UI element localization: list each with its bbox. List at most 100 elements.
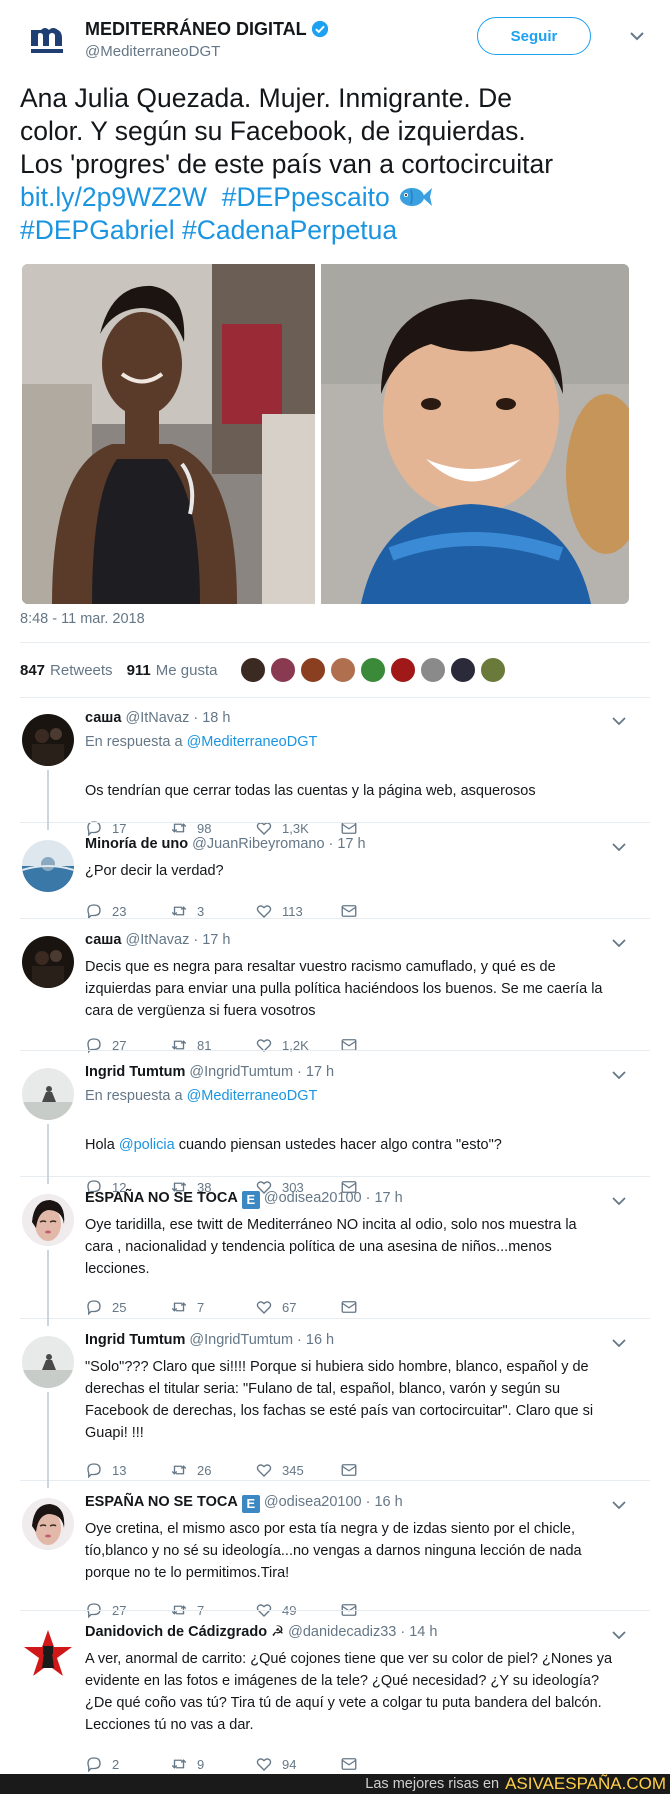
retweet-count: 7 xyxy=(197,1299,205,1315)
chevron-down-icon[interactable] xyxy=(612,1630,626,1640)
tweet-link[interactable]: bit.ly/2p9WZ2W xyxy=(20,182,207,212)
like-button[interactable]: 1,2K xyxy=(255,1036,340,1054)
reply-text: Oye taridilla, ese twitt de Mediterráneo… xyxy=(85,1214,625,1280)
chevron-down-icon[interactable] xyxy=(612,938,626,948)
tweet-timestamp[interactable]: 8:48 - 11 mar. 2018 xyxy=(20,611,145,627)
liker-avatar[interactable] xyxy=(390,657,416,683)
reply-author-handle[interactable]: @ItNavaz xyxy=(125,932,189,948)
reply-author-handle[interactable]: @IngridTumtum xyxy=(189,1332,293,1348)
like-button[interactable]: 345 xyxy=(255,1461,340,1479)
like-count: 113 xyxy=(282,903,303,919)
retweet-button[interactable]: 7 xyxy=(170,1298,255,1316)
reply-text: Os tendrían que cerrar todas las cuentas… xyxy=(85,780,625,802)
liker-avatar[interactable] xyxy=(420,657,446,683)
thread-connector xyxy=(47,1392,49,1488)
chevron-down-icon[interactable] xyxy=(629,28,645,44)
reply-button[interactable]: 13 xyxy=(85,1461,170,1479)
direct-message-button[interactable] xyxy=(340,1461,425,1479)
reply-button[interactable]: 25 xyxy=(85,1298,170,1316)
retweet-button[interactable]: 26 xyxy=(170,1461,255,1479)
reply-author-handle[interactable]: @IngridTumtum xyxy=(189,1064,293,1080)
avatar[interactable] xyxy=(22,936,74,988)
avatar[interactable] xyxy=(22,714,74,766)
reply-author-name[interactable]: Ingrid Tumtum xyxy=(85,1332,185,1348)
heart-icon xyxy=(256,1039,272,1052)
reply-author-handle[interactable]: @odisea20100 xyxy=(264,1494,362,1510)
tweet-photo-woman[interactable] xyxy=(22,264,315,604)
reply-author-name[interactable]: Danidovich de Cádizgrado xyxy=(85,1624,267,1640)
avatar[interactable] xyxy=(22,840,74,892)
reply-author-name[interactable]: саша xyxy=(85,932,121,948)
account-name[interactable]: MEDITERRÁNEO DIGITAL xyxy=(85,19,329,40)
hashtag-link[interactable]: #CadenaPerpetua xyxy=(182,215,397,245)
likers-avatars[interactable] xyxy=(240,655,510,685)
hashtag-link[interactable]: #DEPGabriel xyxy=(20,215,175,245)
chevron-down-icon[interactable] xyxy=(612,842,626,852)
likes-count[interactable]: 911 xyxy=(127,662,151,679)
liker-avatar[interactable] xyxy=(330,657,356,683)
reply-button[interactable]: 27 xyxy=(85,1036,170,1054)
reply-author-name[interactable]: ESPAÑA NO SE TOCA xyxy=(85,1494,238,1510)
tweet-photo-boy[interactable] xyxy=(321,264,629,604)
reply-time[interactable]: 14 h xyxy=(409,1624,437,1640)
thread-connector xyxy=(47,1124,49,1184)
reply-author-handle[interactable]: @danidecadiz33 xyxy=(288,1624,396,1640)
liker-avatar[interactable] xyxy=(480,657,506,683)
reply-time[interactable]: 17 h xyxy=(202,932,230,948)
avatar[interactable] xyxy=(22,1068,74,1120)
verified-badge-icon xyxy=(311,20,328,38)
in-reply-prefix: En respuesta a xyxy=(85,734,183,750)
reply-time[interactable]: 17 h xyxy=(306,1064,334,1080)
thread-connector xyxy=(47,1250,49,1326)
reply-button[interactable]: 2 xyxy=(85,1755,170,1773)
chevron-down-icon[interactable] xyxy=(612,1196,626,1206)
avatar[interactable] xyxy=(22,1336,74,1388)
liker-avatar[interactable] xyxy=(450,657,476,683)
like-button[interactable]: 67 xyxy=(255,1298,340,1316)
reply-time[interactable]: 16 h xyxy=(306,1332,334,1348)
divider xyxy=(20,697,650,698)
direct-message-button[interactable] xyxy=(340,1036,425,1054)
liker-avatar[interactable] xyxy=(270,657,296,683)
reply-text: Oye cretina, el mismo asco por esta tía … xyxy=(85,1518,625,1584)
reply-text-line: ¿De qué coño vas tú? Tira tú de aquí y v… xyxy=(85,1695,602,1711)
reply-time[interactable]: 18 h xyxy=(202,710,230,726)
reply-time[interactable]: 16 h xyxy=(374,1494,402,1510)
chevron-down-icon[interactable] xyxy=(612,1338,626,1348)
direct-message-button[interactable] xyxy=(340,1755,425,1773)
chevron-down-icon[interactable] xyxy=(612,716,626,726)
chevron-down-icon[interactable] xyxy=(612,1070,626,1080)
avatar[interactable] xyxy=(22,1498,74,1550)
hashtag-link[interactable]: #DEPpescaito xyxy=(222,182,390,212)
retweets-label[interactable]: Retweets xyxy=(50,662,113,679)
retweets-count[interactable]: 847 xyxy=(20,662,45,679)
liker-avatar[interactable] xyxy=(300,657,326,683)
mention-link[interactable]: @MediterraneoDGT xyxy=(187,1088,318,1104)
mention-link[interactable]: @MediterraneoDGT xyxy=(187,734,318,750)
reply-author-name[interactable]: ESPAÑA NO SE TOCA xyxy=(85,1190,238,1206)
reply-author-name[interactable]: саша xyxy=(85,710,121,726)
liker-avatar[interactable] xyxy=(240,657,266,683)
reply-actions: 25 7 67 xyxy=(85,1297,425,1317)
account-logo[interactable] xyxy=(28,16,68,56)
reply-time[interactable]: 17 h xyxy=(337,836,365,852)
reply-author-name[interactable]: Minoría de uno xyxy=(85,836,188,852)
avatar[interactable] xyxy=(22,1194,74,1246)
reply-author-handle[interactable]: @odisea20100 xyxy=(264,1190,362,1206)
chevron-down-icon[interactable] xyxy=(612,1500,626,1510)
mention-link[interactable]: @policia xyxy=(119,1137,175,1153)
follow-button[interactable]: Seguir xyxy=(477,17,591,55)
likes-label[interactable]: Me gusta xyxy=(156,662,218,679)
account-handle[interactable]: @MediterraneoDGT xyxy=(85,43,220,60)
direct-message-button[interactable] xyxy=(340,1298,425,1316)
retweet-button[interactable]: 9 xyxy=(170,1755,255,1773)
avatar[interactable] xyxy=(22,1628,74,1680)
heart-icon xyxy=(256,1301,272,1314)
reply-author-handle[interactable]: @JuanRibeyromano xyxy=(192,836,324,852)
reply-author-handle[interactable]: @ItNavaz xyxy=(125,710,189,726)
liker-avatar[interactable] xyxy=(360,657,386,683)
retweet-button[interactable]: 81 xyxy=(170,1036,255,1054)
reply-time[interactable]: 17 h xyxy=(374,1190,402,1206)
like-button[interactable]: 94 xyxy=(255,1755,340,1773)
reply-author-name[interactable]: Ingrid Tumtum xyxy=(85,1064,185,1080)
